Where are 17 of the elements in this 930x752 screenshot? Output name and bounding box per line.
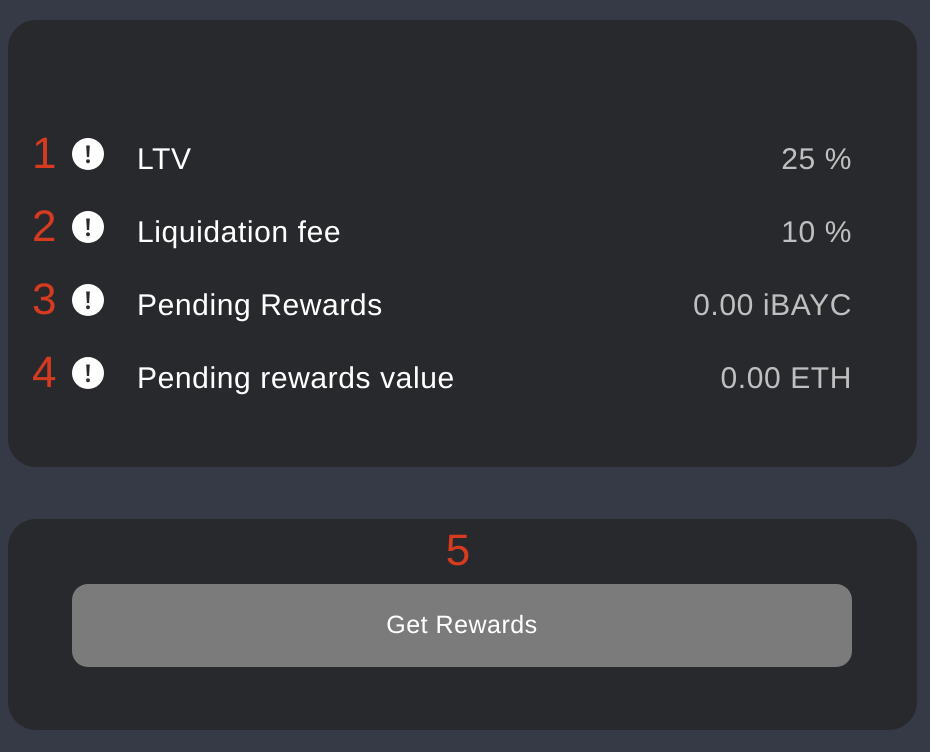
exclamation-icon[interactable] [72, 356, 104, 388]
exclamation-icon[interactable] [72, 210, 104, 242]
row-value: 10 % [781, 214, 852, 250]
row-label: Pending rewards value [137, 360, 455, 396]
row-value: 25 % [781, 142, 852, 178]
exclamation-icon[interactable] [72, 138, 104, 170]
row-label: Liquidation fee [137, 214, 342, 250]
annotation-number: 2 [32, 204, 58, 252]
row-value: 0.00 ETH [720, 360, 852, 396]
annotation-number: 1 [32, 132, 58, 180]
annotation-number: 5 [444, 529, 472, 573]
row-value: 0.00 iBAYC [693, 288, 852, 324]
row-label: Pending Rewards [137, 288, 383, 324]
exclamation-icon[interactable] [72, 284, 104, 316]
annotation-number: 4 [32, 350, 58, 398]
row-label: LTV [137, 142, 192, 178]
annotation-number: 3 [32, 278, 58, 326]
